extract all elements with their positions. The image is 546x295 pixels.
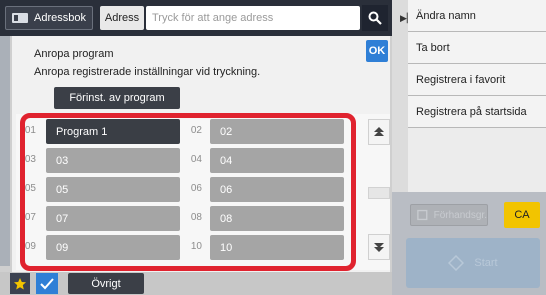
- program-preset-button[interactable]: Förinst. av program: [54, 87, 180, 109]
- favorite-button[interactable]: [10, 273, 30, 294]
- search-icon: [368, 11, 382, 25]
- menu-item-rename[interactable]: Ändra namn: [408, 0, 546, 32]
- action-menu: Ändra namn Ta bort Registrera i favorit …: [408, 0, 546, 223]
- dialog-description: Anropa registrerade inställningar vid tr…: [34, 66, 261, 78]
- scroll-up-icon: [374, 127, 384, 136]
- left-edge: [0, 36, 10, 266]
- preview-button[interactable]: Förhandsgr.: [410, 204, 488, 226]
- start-label: Start: [474, 257, 498, 269]
- action-area: Förhandsgr. CA Start: [392, 192, 546, 295]
- addressbook-icon: [12, 13, 28, 23]
- addressbook-button[interactable]: Adressbok: [5, 6, 93, 30]
- preview-icon: [417, 209, 428, 221]
- highlight-frame: [20, 113, 356, 271]
- scroll-down-button[interactable]: [368, 234, 390, 260]
- search-button[interactable]: [362, 5, 388, 31]
- dialog-title: Anropa program: [34, 48, 114, 60]
- confirm-button[interactable]: [36, 273, 58, 294]
- address-bar: Adressbok Adress Tryck för att ange adre…: [0, 0, 392, 36]
- bottom-bar: Övrigt: [0, 272, 392, 295]
- right-panel: ▶▏ Ändra namn Ta bort Registrera i favor…: [392, 0, 546, 295]
- other-button[interactable]: Övrigt: [68, 273, 144, 294]
- start-icon: [448, 255, 465, 271]
- addressbook-label: Adressbok: [34, 12, 86, 24]
- ok-button[interactable]: OK: [366, 40, 388, 62]
- ca-button[interactable]: CA: [504, 202, 540, 228]
- scroll-down-icon: [374, 243, 384, 252]
- star-icon: [14, 277, 26, 289]
- preview-label: Förhandsgr.: [433, 209, 487, 221]
- start-button[interactable]: Start: [406, 238, 540, 288]
- menu-item-add-home[interactable]: Registrera på startsida: [408, 96, 546, 128]
- checkmark-icon: [40, 277, 54, 289]
- scroll-up-button[interactable]: [368, 119, 390, 145]
- menu-item-add-favorite[interactable]: Registrera i favorit: [408, 64, 546, 96]
- address-tab[interactable]: Adress: [100, 6, 144, 30]
- menu-item-delete[interactable]: Ta bort: [408, 32, 546, 64]
- address-input[interactable]: Tryck för att ange adress: [146, 6, 360, 30]
- scroll-track[interactable]: [368, 187, 390, 199]
